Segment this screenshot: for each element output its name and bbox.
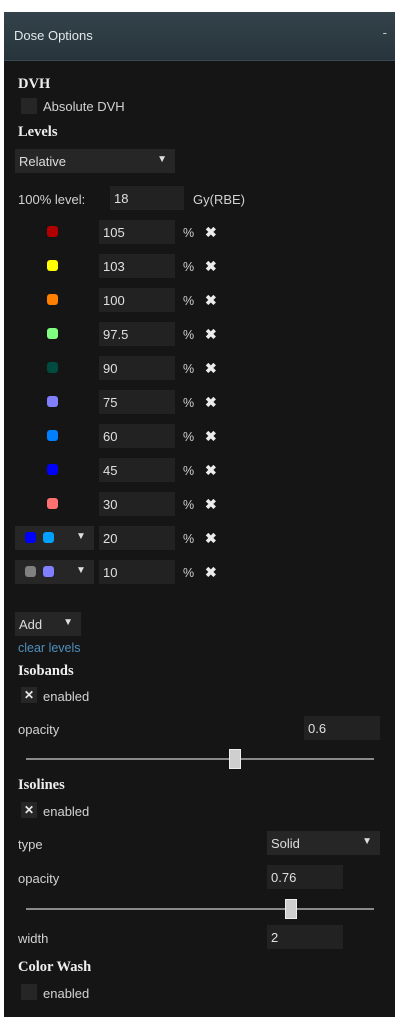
level-color-swatch xyxy=(25,566,36,577)
level-multicolor-select[interactable]: ▼ xyxy=(15,560,94,584)
level-color-swatch[interactable] xyxy=(47,328,58,339)
isolines-width-input[interactable]: 2 xyxy=(267,925,343,949)
isolines-section-title: Isolines xyxy=(18,777,65,793)
level-value-input[interactable]: 45 xyxy=(99,458,175,482)
chevron-down-icon: ▼ xyxy=(76,531,86,542)
color-wash-enabled-checkbox[interactable] xyxy=(21,984,37,1000)
color-wash-enabled-label: enabled xyxy=(43,986,90,1001)
level-color-swatch[interactable] xyxy=(47,294,58,305)
add-level-label: Add xyxy=(19,617,43,632)
color-wash-section-title: Color Wash xyxy=(18,959,92,975)
collapse-icon[interactable]: - xyxy=(383,25,387,40)
level-color-swatch[interactable] xyxy=(47,396,58,407)
level-color-swatch xyxy=(43,532,54,543)
level-color-swatch xyxy=(25,532,36,543)
level-value-input[interactable]: 10 xyxy=(99,560,175,584)
isolines-opacity-label: opacity xyxy=(18,871,60,886)
levels-section-title: Levels xyxy=(18,124,58,140)
absolute-dvh-label: Absolute DVH xyxy=(43,99,125,114)
dvh-section-title: DVH xyxy=(18,76,51,92)
remove-level-icon[interactable]: ✖ xyxy=(205,394,217,411)
level-color-swatch[interactable] xyxy=(47,464,58,475)
level-unit-label: % xyxy=(183,464,195,478)
isobands-enabled-label: enabled xyxy=(43,689,90,704)
level-color-swatch[interactable] xyxy=(47,430,58,441)
isobands-opacity-slider-track[interactable] xyxy=(26,758,374,760)
level-unit-label: % xyxy=(183,430,195,444)
isolines-enabled-label: enabled xyxy=(43,804,90,819)
isobands-enabled-checkbox[interactable]: ✕ xyxy=(21,687,37,703)
isobands-opacity-slider-thumb[interactable] xyxy=(229,749,241,769)
chevron-down-icon: ▼ xyxy=(157,154,167,165)
absolute-dvh-checkbox[interactable] xyxy=(21,98,37,114)
level-value-input[interactable]: 97.5 xyxy=(99,322,175,346)
level-value-input[interactable]: 30 xyxy=(99,492,175,516)
level-unit-label: % xyxy=(183,566,195,580)
isolines-type-label: type xyxy=(18,837,43,852)
reference-level-label: 100% level: xyxy=(18,192,86,207)
remove-level-icon[interactable]: ✖ xyxy=(205,428,217,445)
level-color-swatch xyxy=(43,566,54,577)
chevron-down-icon: ▼ xyxy=(362,836,372,847)
panel-title: Dose Options xyxy=(14,28,93,43)
isolines-opacity-slider-thumb[interactable] xyxy=(285,899,297,919)
panel-header[interactable]: Dose Options - xyxy=(4,12,395,61)
level-unit-label: % xyxy=(183,260,195,274)
level-unit-label: % xyxy=(183,498,195,512)
isolines-width-label: width xyxy=(18,931,49,946)
isobands-opacity-input[interactable]: 0.6 xyxy=(304,716,380,740)
isobands-opacity-label: opacity xyxy=(18,722,60,737)
dose-options-panel: Dose Options - DVH Absolute DVH Levels R… xyxy=(4,12,395,1017)
level-unit-label: % xyxy=(183,362,195,376)
remove-level-icon[interactable]: ✖ xyxy=(205,224,217,241)
remove-level-icon[interactable]: ✖ xyxy=(205,530,217,547)
level-unit-label: % xyxy=(183,226,195,240)
isolines-type-select[interactable]: Solid ▼ xyxy=(267,831,380,855)
level-value-input[interactable]: 103 xyxy=(99,254,175,278)
level-color-swatch[interactable] xyxy=(47,260,58,271)
remove-level-icon[interactable]: ✖ xyxy=(205,462,217,479)
isobands-section-title: Isobands xyxy=(18,663,74,679)
isolines-opacity-input[interactable]: 0.76 xyxy=(267,865,343,889)
chevron-down-icon: ▼ xyxy=(76,565,86,576)
level-unit-label: % xyxy=(183,328,195,342)
chevron-down-icon: ▼ xyxy=(63,617,73,628)
level-value-input[interactable]: 75 xyxy=(99,390,175,414)
add-level-select[interactable]: Add ▼ xyxy=(15,612,81,636)
level-color-swatch[interactable] xyxy=(47,226,58,237)
level-value-input[interactable]: 20 xyxy=(99,526,175,550)
level-color-swatch[interactable] xyxy=(47,498,58,509)
level-multicolor-select[interactable]: ▼ xyxy=(15,526,94,550)
remove-level-icon[interactable]: ✖ xyxy=(205,496,217,513)
level-value-input[interactable]: 90 xyxy=(99,356,175,380)
remove-level-icon[interactable]: ✖ xyxy=(205,258,217,275)
level-unit-label: % xyxy=(183,396,195,410)
isolines-type-value: Solid xyxy=(271,836,300,851)
levels-mode-select[interactable]: Relative ▼ xyxy=(15,149,175,173)
remove-level-icon[interactable]: ✖ xyxy=(205,326,217,343)
levels-mode-value: Relative xyxy=(19,154,66,169)
reference-level-input[interactable]: 18 xyxy=(110,186,184,210)
remove-level-icon[interactable]: ✖ xyxy=(205,292,217,309)
remove-level-icon[interactable]: ✖ xyxy=(205,564,217,581)
remove-level-icon[interactable]: ✖ xyxy=(205,360,217,377)
clear-levels-link[interactable]: clear levels xyxy=(18,641,81,655)
level-value-input[interactable]: 100 xyxy=(99,288,175,312)
level-unit-label: % xyxy=(183,294,195,308)
level-unit-label: % xyxy=(183,532,195,546)
level-value-input[interactable]: 60 xyxy=(99,424,175,448)
reference-level-unit: Gy(RBE) xyxy=(193,192,245,207)
level-color-swatch[interactable] xyxy=(47,362,58,373)
isolines-enabled-checkbox[interactable]: ✕ xyxy=(21,802,37,818)
isolines-opacity-slider-track[interactable] xyxy=(26,908,374,910)
level-value-input[interactable]: 105 xyxy=(99,220,175,244)
